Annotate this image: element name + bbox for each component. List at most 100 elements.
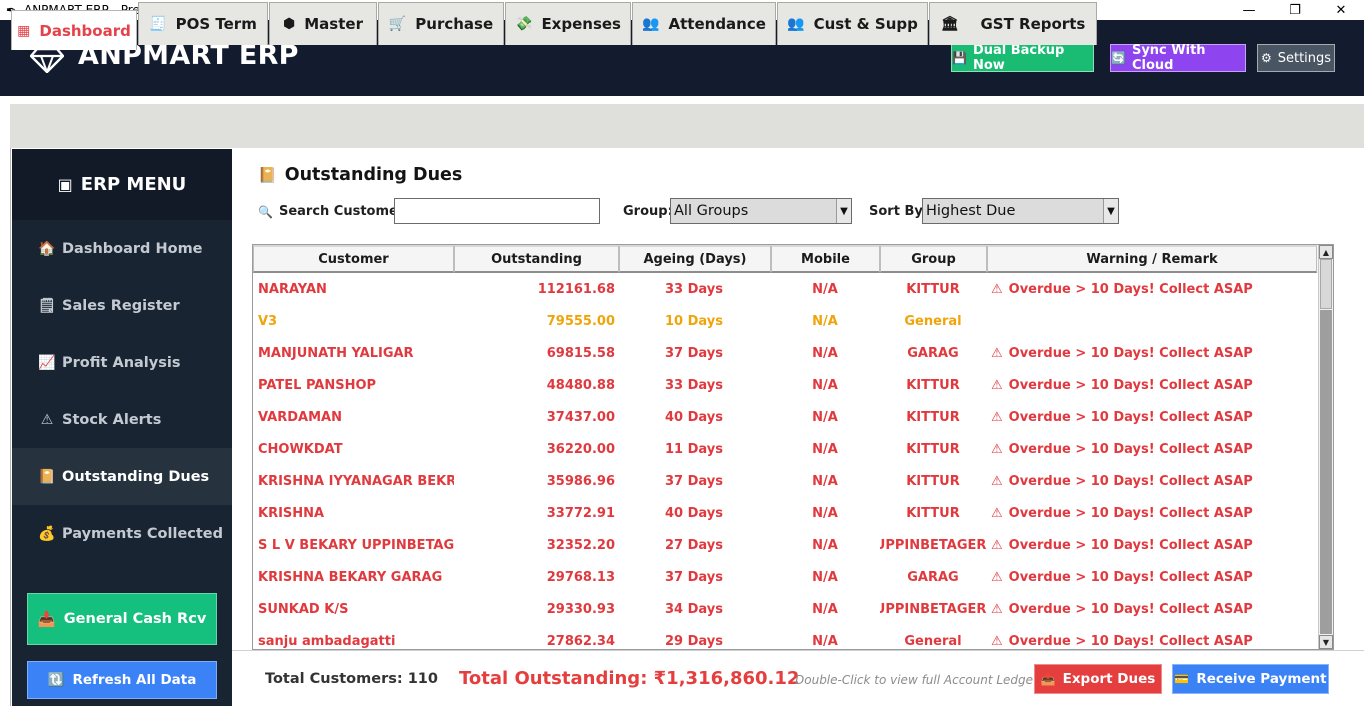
table-row[interactable]: KRISHNA BEKARY GARAG 29768.13 37 Days N/A GA…: [253, 561, 1319, 593]
tab-pos-term[interactable]: 🧾 POS Term: [138, 2, 268, 45]
column-header-customer[interactable]: Customer: [253, 245, 454, 273]
table-row[interactable]: V3 79555.00 10 Days N/A General: [253, 305, 1319, 337]
cell-mobile-text: N/A: [812, 633, 838, 649]
column-header-outstanding[interactable]: Outstanding: [454, 245, 619, 273]
export-dues-button[interactable]: 📤 Export Dues: [1034, 664, 1162, 694]
sidebar-item-label: Profit Analysis: [62, 354, 181, 371]
money-bag-icon: 💰: [38, 525, 56, 542]
tab-label: GST Reports: [980, 15, 1086, 33]
sidebar-item-dashboard-home[interactable]: 🏠 Dashboard Home: [12, 220, 232, 277]
scroll-down-icon[interactable]: ▼: [1319, 635, 1333, 649]
cell-customer-text: S L V BEKARY UPPINBETAGERI: [258, 537, 454, 553]
cell-remark-text: Overdue > 10 Days! Collect ASAP: [1008, 409, 1253, 425]
cell-mobile-text: N/A: [812, 345, 838, 361]
cell-outstanding: 29768.13: [453, 561, 615, 593]
bank-icon: 🏛: [940, 16, 959, 32]
table-row[interactable]: NARAYAN 112161.68 33 Days N/A KITTUR ⚠ Overdue…: [253, 273, 1319, 305]
dual-backup-button[interactable]: 💾 Dual Backup Now: [951, 43, 1094, 73]
minimize-button[interactable]: —: [1226, 0, 1272, 20]
column-header-mobile[interactable]: Mobile: [771, 245, 880, 273]
settings-label: Settings: [1277, 50, 1332, 66]
cell-customer-text: V3: [258, 313, 278, 329]
sync-cloud-button[interactable]: 🔄 Sync With Cloud: [1110, 43, 1246, 73]
cell-group: GARAG: [880, 561, 986, 593]
cell-group-text: GARAG: [907, 569, 959, 585]
sidebar-item-profit-analysis[interactable]: 📈 Profit Analysis: [12, 334, 232, 391]
scroll-track[interactable]: [1320, 310, 1332, 634]
cell-outstanding: 37437.00: [453, 401, 615, 433]
cell-mobile: N/A: [771, 369, 879, 401]
sidebar-item-stock-alerts[interactable]: ⚠ Stock Alerts: [12, 391, 232, 448]
cell-ageing-text: 29 Days: [665, 633, 723, 649]
cell-outstanding-text: 32352.20: [546, 537, 615, 553]
register-icon: 🗒: [38, 297, 56, 314]
cell-mobile: N/A: [771, 465, 879, 497]
refresh-icon: 🔃: [47, 672, 65, 688]
table-row[interactable]: CHOWKDAT 36220.00 11 Days N/A KITTUR ⚠ Overdue…: [253, 433, 1319, 465]
table-row[interactable]: sanju ambadagatti 27862.34 29 Days N/A Gener…: [253, 625, 1319, 649]
tab-master[interactable]: ⬢ Master: [269, 2, 377, 45]
ledger-hint: Double-Click to view full Account Ledge: [795, 673, 1034, 687]
receive-payment-button[interactable]: 💳 Receive Payment: [1172, 664, 1329, 694]
column-header-ageing[interactable]: Ageing (Days): [619, 245, 771, 273]
table-row[interactable]: VARDAMAN 37437.00 40 Days N/A KITTUR ⚠ Overdue…: [253, 401, 1319, 433]
receive-payment-label: Receive Payment: [1196, 671, 1327, 687]
cell-outstanding-text: 29768.13: [546, 569, 615, 585]
tab-attendance[interactable]: 👥 Attendance: [632, 2, 776, 45]
group-select[interactable]: All Groups ▼: [670, 198, 852, 224]
sidebar-item-label: Stock Alerts: [62, 411, 162, 428]
cell-group: KITTUR: [880, 273, 986, 305]
refresh-all-button[interactable]: 🔃 Refresh All Data: [27, 661, 217, 699]
cell-remark-text: Overdue > 10 Days! Collect ASAP: [1008, 537, 1253, 553]
table-scrollbar[interactable]: ▲ ▼: [1318, 245, 1333, 649]
cell-group: UPPINBETAGERI: [880, 593, 986, 625]
sidebar-item-sales-register[interactable]: 🗒 Sales Register: [12, 277, 232, 334]
cell-remark-text: Overdue > 10 Days! Collect ASAP: [1008, 473, 1253, 489]
column-header-remark[interactable]: Warning / Remark: [987, 245, 1317, 273]
sort-select[interactable]: Highest Due ▼: [922, 198, 1119, 224]
cell-customer-text: VARDAMAN: [258, 409, 342, 425]
table-row[interactable]: KRISHNA 33772.91 40 Days N/A KITTUR ⚠ Overdue …: [253, 497, 1319, 529]
tab-cust-supp[interactable]: 👥 Cust & Supp: [777, 2, 928, 45]
cell-remark-text: Overdue > 10 Days! Collect ASAP: [1008, 505, 1253, 521]
settings-button[interactable]: ⚙ Settings: [1257, 44, 1335, 72]
cell-customer: sanju ambadagatti: [258, 625, 454, 649]
general-cash-rcv-button[interactable]: 📥 General Cash Rcv: [27, 593, 217, 645]
chevron-down-icon[interactable]: ▼: [1103, 199, 1118, 223]
total-outstanding: Total Outstanding: ₹1,316,860.12: [459, 668, 800, 689]
scroll-up-icon[interactable]: ▲: [1319, 245, 1333, 259]
column-header-group[interactable]: Group: [880, 245, 987, 273]
cell-mobile: N/A: [771, 401, 879, 433]
sidebar-item-payments-collected[interactable]: 💰 Payments Collected: [12, 505, 232, 562]
tab-purchase[interactable]: 🛒 Purchase: [378, 2, 504, 45]
table-row[interactable]: MANJUNATH YALIGAR 69815.58 37 Days N/A GARAG…: [253, 337, 1319, 369]
cell-group-text: GARAG: [907, 345, 959, 361]
cell-outstanding: 29330.93: [453, 593, 615, 625]
cell-ageing: 10 Days: [618, 305, 770, 337]
tab-label: POS Term: [175, 15, 257, 33]
table-row[interactable]: S L V BEKARY UPPINBETAGERI 32352.20 27 Day…: [253, 529, 1319, 561]
close-button[interactable]: ✕: [1318, 0, 1364, 20]
cell-remark-text: Overdue > 10 Days! Collect ASAP: [1008, 601, 1253, 617]
chevron-down-icon[interactable]: ▼: [836, 199, 851, 223]
search-customer-input[interactable]: [394, 198, 600, 224]
tab-expenses[interactable]: 💸 Expenses: [505, 2, 631, 45]
cell-group: UPPINBETAGERI: [880, 529, 986, 561]
tab-gst-reports[interactable]: 🏛 GST Reports: [929, 2, 1097, 45]
app-window: ✒ ANPMART ERP - Premium Offline Edition …: [0, 0, 1364, 706]
cell-customer-text: CHOWKDAT: [258, 441, 343, 457]
cell-ageing: 29 Days: [618, 625, 770, 649]
cell-outstanding-text: 69815.58: [546, 345, 615, 361]
cell-mobile: N/A: [771, 273, 879, 305]
sidebar-item-outstanding-dues[interactable]: 📔 Outstanding Dues: [12, 448, 232, 505]
scroll-thumb[interactable]: [1320, 259, 1332, 309]
tab-dashboard[interactable]: ▦ Dashboard: [11, 10, 137, 50]
table-row[interactable]: SUNKAD K/S 29330.93 34 Days N/A UPPINBETAGER…: [253, 593, 1319, 625]
maximize-button[interactable]: ❐: [1272, 0, 1318, 20]
table-row[interactable]: KRISHNA IYYANAGAR BEKRY CI 35986.96 37 Day…: [253, 465, 1319, 497]
table-row[interactable]: PATEL PANSHOP 48480.88 33 Days N/A KITTUR ⚠ Ov…: [253, 369, 1319, 401]
footer-divider: [232, 650, 1364, 651]
cell-ageing: 33 Days: [618, 273, 770, 305]
warning-icon: ⚠: [991, 377, 1003, 393]
cell-ageing: 37 Days: [618, 465, 770, 497]
